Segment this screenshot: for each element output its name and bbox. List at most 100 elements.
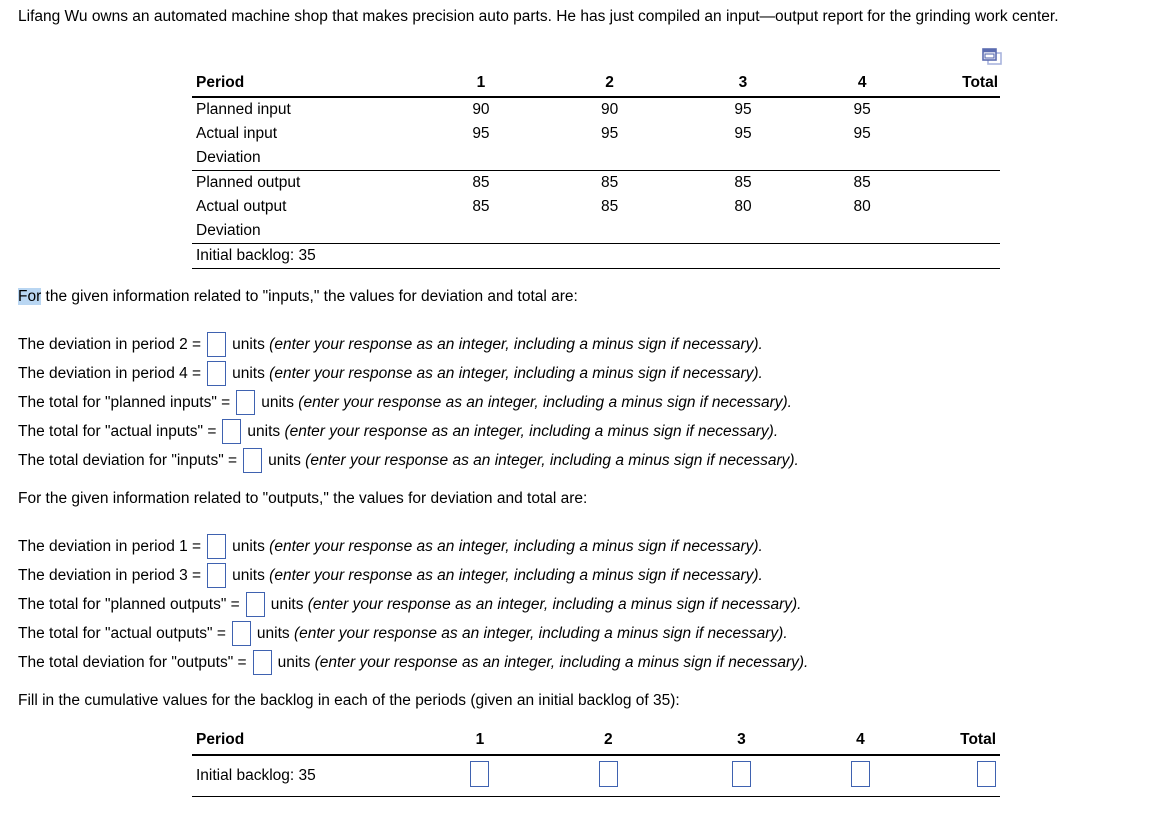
cell-p3: 95 [734, 101, 752, 118]
cell-p1: 90 [472, 101, 490, 118]
answer-input-total-actual-inputs[interactable] [222, 419, 242, 444]
cell-p3 [676, 146, 810, 171]
cell-p4: 95 [853, 101, 871, 118]
cell-p1 [418, 219, 543, 244]
question-label: The deviation in period 3 = [18, 566, 202, 584]
cell-p1: 95 [472, 125, 490, 142]
table-row: Deviation [192, 219, 1000, 244]
col-header-2: 2 [542, 70, 677, 98]
units-label: units [232, 566, 265, 584]
col-header-period: Period [192, 70, 419, 98]
question-label: The total deviation for "outputs" = [18, 653, 247, 671]
backlog-cell-p4 [807, 755, 913, 797]
backlog-cell-p1 [418, 755, 542, 797]
input-output-report-table: Period 1 2 3 4 Total Planned input 90 90… [192, 70, 1000, 269]
question-label: The total for "actual inputs" = [18, 422, 217, 440]
table-row-initial-backlog: Initial backlog: 35 [192, 243, 1000, 269]
question-label: The deviation in period 4 = [18, 364, 202, 382]
cell-p2: 85 [600, 174, 619, 191]
table-row: Actual output 85 85 80 80 [192, 195, 1000, 219]
cell-p4 [809, 146, 915, 171]
backlog-col-header-total: Total [912, 726, 1000, 756]
answer-input-output-deviation-p1[interactable] [207, 534, 227, 559]
cell-p4 [809, 243, 915, 269]
question-row-total-deviation-outputs: The total deviation for "outputs" = unit… [18, 650, 808, 675]
row-label: Deviation [192, 219, 419, 244]
cell-p1: 85 [472, 174, 490, 191]
units-label: units [232, 364, 265, 382]
answer-input-backlog-total[interactable] [977, 760, 996, 787]
backlog-instruction-text: Fill in the cumulative values for the ba… [18, 692, 680, 709]
backlog-row-label: Initial backlog: 35 [192, 755, 419, 797]
answer-input-input-deviation-p2[interactable] [207, 332, 227, 357]
cell-total [914, 219, 1000, 244]
backlog-col-header-period: Period [192, 726, 419, 756]
response-hint: (enter your response as an integer, incl… [314, 653, 809, 671]
cell-total [914, 146, 1000, 171]
units-label: units [277, 653, 311, 671]
backlog-cell-p2 [541, 755, 675, 797]
backlog-cell-p3 [674, 755, 808, 797]
cell-total [914, 243, 1000, 269]
backlog-col-header-3: 3 [674, 726, 808, 756]
row-label: Initial backlog: 35 [192, 243, 419, 269]
question-label: The total for "planned outputs" = [18, 595, 240, 613]
answer-input-output-deviation-p3[interactable] [207, 563, 227, 588]
units-label: units [261, 393, 294, 411]
col-header-3: 3 [676, 70, 810, 98]
cell-total [915, 122, 1000, 146]
answer-input-backlog-p2[interactable] [598, 760, 618, 787]
response-hint: (enter your response as an integer, incl… [269, 566, 763, 584]
units-label: units [247, 422, 281, 440]
col-header-total: Total [914, 70, 1000, 98]
question-row-total-actual-outputs: The total for "actual outputs" = units (… [18, 621, 788, 646]
inputs-section-heading: For the given information related to "in… [18, 288, 578, 306]
units-label: units [268, 451, 301, 469]
col-header-1: 1 [418, 70, 543, 98]
cell-p2 [542, 146, 677, 171]
answer-input-total-planned-inputs[interactable] [236, 390, 256, 415]
response-hint: (enter your response as an integer, incl… [269, 335, 763, 353]
question-row-output-deviation-p3: The deviation in period 3 = units (enter… [18, 563, 763, 588]
col-header-4: 4 [809, 70, 915, 98]
answer-input-total-deviation-outputs[interactable] [252, 650, 272, 675]
highlighted-word-for: For [18, 288, 42, 305]
row-label: Actual input [196, 125, 277, 142]
table-row: Planned input 90 90 95 95 [192, 97, 1000, 122]
problem-statement: Lifang Wu owns an automated machine shop… [18, 6, 1150, 28]
backlog-col-header-4: 4 [807, 726, 913, 756]
cell-p3: 95 [734, 125, 752, 142]
response-hint: (enter your response as an integer, incl… [269, 537, 763, 555]
answer-input-backlog-p3[interactable] [731, 760, 751, 787]
outputs-section-heading-text: For the given information related to "ou… [18, 490, 588, 507]
cell-p1 [418, 146, 543, 171]
copy-windows-icon[interactable] [982, 48, 1006, 68]
answer-input-input-deviation-p4[interactable] [207, 361, 227, 386]
answer-input-total-actual-outputs[interactable] [231, 621, 251, 646]
response-hint: (enter your response as an integer, incl… [284, 422, 779, 440]
question-label: The deviation in period 1 = [18, 537, 202, 555]
response-hint: (enter your response as an integer, incl… [298, 393, 792, 411]
cell-total [915, 171, 1000, 196]
cell-p4: 95 [853, 125, 871, 142]
response-hint: (enter your response as an integer, incl… [269, 364, 763, 382]
cell-p1: 85 [472, 198, 490, 215]
backlog-col-header-1: 1 [418, 726, 542, 756]
units-label: units [256, 624, 290, 642]
answer-input-backlog-p4[interactable] [850, 760, 870, 787]
row-label: Actual output [196, 198, 287, 215]
response-hint: (enter your response as an integer, incl… [305, 451, 799, 469]
answer-input-total-deviation-inputs[interactable] [243, 448, 263, 473]
cell-p4: 85 [853, 174, 871, 191]
answer-input-backlog-p1[interactable] [470, 760, 490, 787]
answer-input-total-planned-outputs[interactable] [245, 592, 265, 617]
cell-p3: 85 [734, 174, 752, 191]
backlog-cell-total [912, 755, 1000, 797]
backlog-col-header-2: 2 [541, 726, 675, 756]
row-label: Planned input [196, 101, 291, 118]
question-row-total-actual-inputs: The total for "actual inputs" = units (e… [18, 419, 778, 444]
cell-p3 [676, 243, 810, 269]
row-label: Planned output [196, 174, 301, 191]
cell-p4: 80 [853, 198, 871, 215]
question-row-total-planned-outputs: The total for "planned outputs" = units … [18, 592, 801, 617]
